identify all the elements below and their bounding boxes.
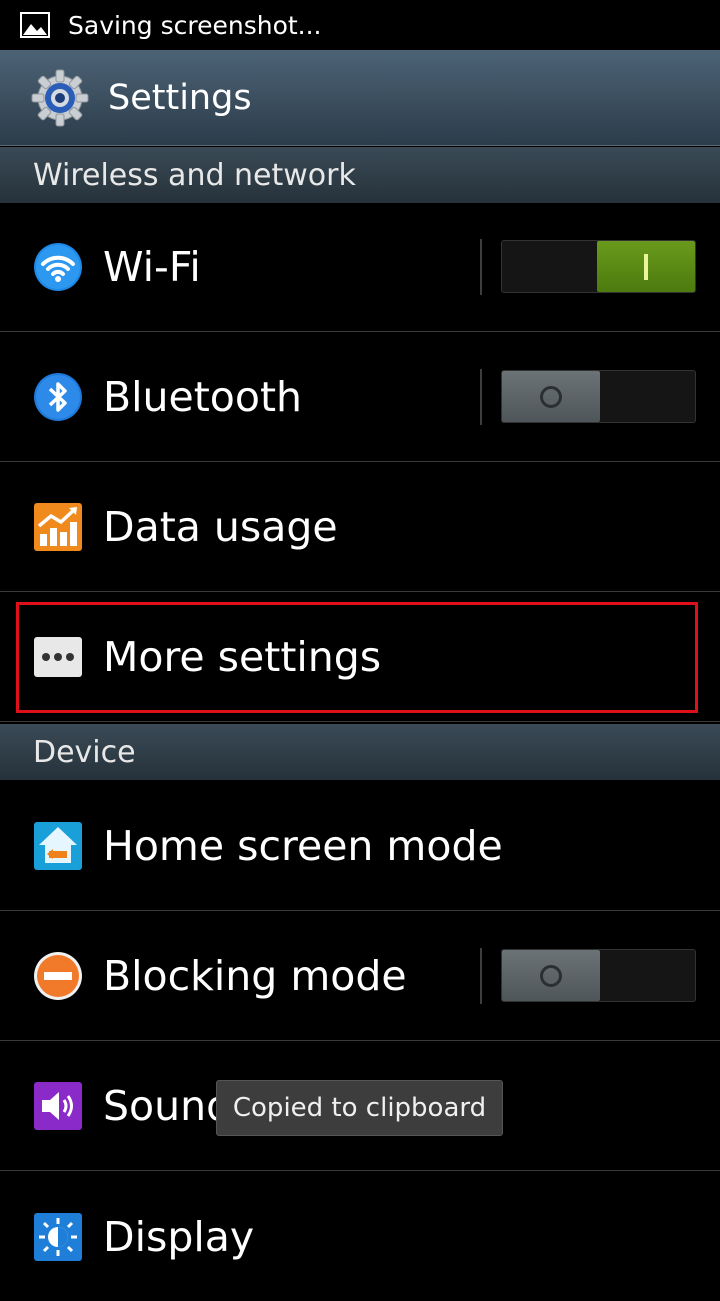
toggle-knob-off — [502, 950, 600, 1001]
section-title: Device — [33, 734, 136, 770]
settings-item-display[interactable]: Display — [0, 1172, 720, 1301]
section-header-device: Device — [0, 724, 720, 780]
settings-item-label: Home screen mode — [103, 822, 503, 870]
toast-message: Copied to clipboard — [216, 1080, 503, 1136]
settings-item-label: More settings — [103, 633, 382, 681]
settings-item-label: Display — [103, 1212, 255, 1261]
settings-item-home-screen-mode[interactable]: Home screen mode — [0, 782, 720, 911]
settings-item-data-usage[interactable]: Data usage — [0, 463, 720, 592]
settings-item-wifi[interactable]: Wi-Fi — [0, 203, 720, 332]
bluetooth-icon — [34, 373, 82, 421]
settings-item-label: Data usage — [103, 503, 338, 551]
settings-item-label: Wi-Fi — [103, 243, 201, 291]
blocking-icon — [34, 952, 82, 1000]
section-title: Wireless and network — [33, 157, 356, 193]
page-title: Settings — [108, 77, 252, 118]
image-icon — [20, 12, 50, 38]
settings-item-label: Sound — [103, 1082, 233, 1130]
speaker-icon — [34, 1082, 82, 1130]
settings-item-blocking-mode[interactable]: Blocking mode — [0, 912, 720, 1041]
toggle-knob-on — [597, 241, 695, 292]
status-bar: Saving screenshot... — [0, 0, 720, 50]
bluetooth-toggle[interactable] — [501, 370, 696, 423]
blocking-toggle[interactable] — [501, 949, 696, 1002]
display-brightness-icon — [34, 1212, 82, 1261]
settings-item-label: Blocking mode — [103, 952, 407, 1000]
status-text: Saving screenshot... — [68, 10, 322, 40]
home-screen-icon — [34, 822, 82, 870]
more-dots-icon — [34, 637, 82, 677]
action-bar: Settings — [0, 50, 720, 146]
toggle-knob-off — [502, 371, 600, 422]
data-usage-icon — [34, 503, 82, 551]
wifi-icon — [34, 243, 82, 291]
gear-icon — [31, 69, 89, 126]
divider — [480, 369, 482, 425]
wifi-toggle[interactable] — [501, 240, 696, 293]
settings-item-bluetooth[interactable]: Bluetooth — [0, 333, 720, 462]
settings-item-more-settings[interactable]: More settings — [0, 593, 720, 722]
divider — [480, 239, 482, 295]
settings-item-label: Bluetooth — [103, 373, 303, 421]
section-header-wireless: Wireless and network — [0, 147, 720, 203]
divider — [480, 948, 482, 1004]
